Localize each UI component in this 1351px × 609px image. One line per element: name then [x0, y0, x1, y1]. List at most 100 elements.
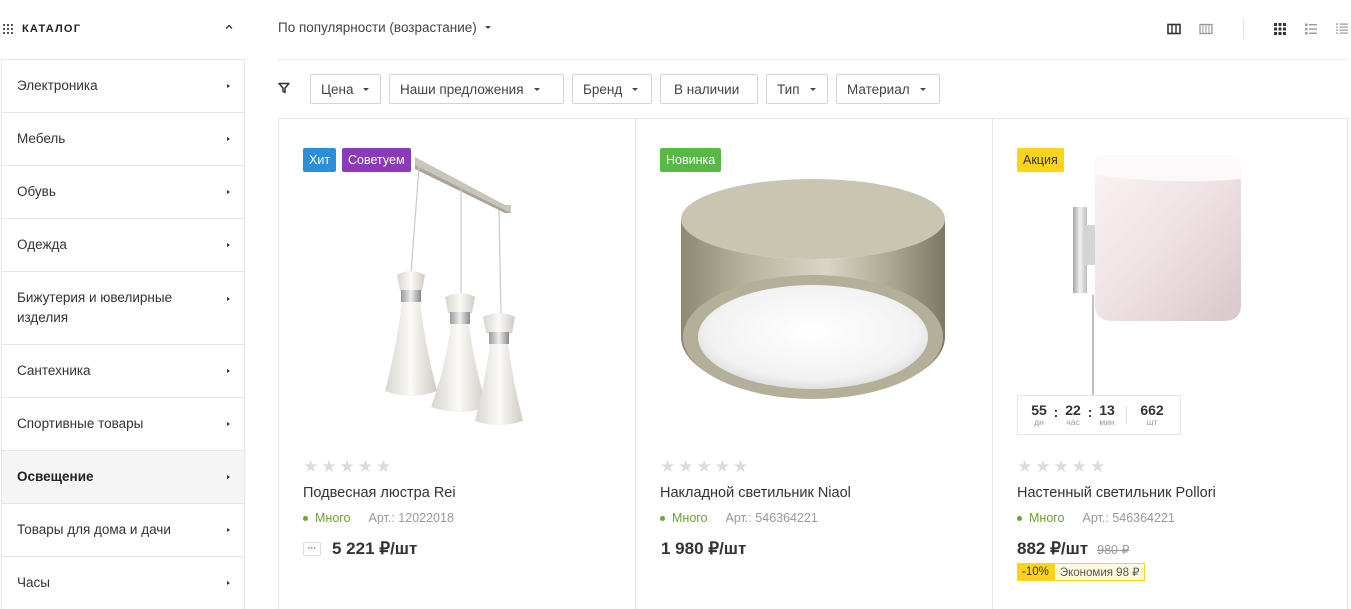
sidebar-item-label: Электроника — [17, 78, 98, 93]
caret-right-icon — [227, 369, 230, 373]
rating-stars[interactable]: ★ ★ ★ ★ ★ — [660, 458, 748, 475]
caret-right-icon — [227, 243, 230, 247]
product-card[interactable]: Акция 55 дн: 22 час: 13 мин 662 шт ★ ★… — [992, 119, 1349, 609]
badge-sale: Акция — [1017, 148, 1064, 172]
star-icon: ★ — [321, 457, 337, 476]
stock-dot-icon — [660, 515, 665, 521]
chevron-down-icon — [363, 87, 370, 91]
sort-dropdown[interactable]: По популярности (возрастание) — [278, 20, 491, 35]
price-row: 1 980 ₽/шт — [661, 539, 746, 559]
timer-mins-value: 13 — [1099, 402, 1115, 418]
tiles-icon[interactable] — [1273, 22, 1287, 36]
caret-right-icon — [227, 475, 230, 479]
caret-right-icon — [227, 422, 230, 426]
timer-divider — [1126, 406, 1127, 424]
chevron-down-icon — [484, 26, 491, 29]
product-name-link[interactable]: Накладной светильник Niaol — [660, 485, 851, 501]
star-icon: ★ — [733, 457, 749, 476]
grid-4-icon[interactable] — [1199, 22, 1213, 36]
price-row: 882 ₽/шт 980 ₽ — [1017, 539, 1129, 559]
star-icon: ★ — [660, 457, 676, 476]
filter-icon[interactable] — [278, 82, 290, 94]
toolbar-divider-line — [278, 59, 1348, 60]
catalog-title: КАТАЛОГ — [22, 23, 82, 35]
timer-mins: 13 мин — [1094, 403, 1120, 427]
filter-label: Материал — [847, 81, 910, 97]
timer-hours-unit: час — [1066, 417, 1080, 427]
timer-mins-unit: мин — [1099, 417, 1115, 427]
more-prices-button[interactable]: ··· — [303, 542, 321, 556]
sidebar-item-plumbing[interactable]: Сантехника — [2, 345, 244, 398]
filter-label: Бренд — [583, 81, 623, 97]
timer-hours: 22 час — [1060, 403, 1086, 427]
article-number: Арт.: 546364221 — [725, 511, 818, 525]
star-icon: ★ — [339, 457, 355, 476]
star-icon: ★ — [1035, 457, 1051, 476]
sidebar-item-label: Спортивные товары — [17, 416, 144, 431]
filter-material-button[interactable]: Материал — [836, 74, 940, 104]
filter-type-button[interactable]: Тип — [766, 74, 828, 104]
sidebar-item-shoes[interactable]: Обувь — [2, 166, 244, 219]
sidebar-item-lighting[interactable]: Освещение — [2, 451, 244, 504]
wall-lamp-image[interactable] — [1073, 155, 1273, 395]
product-card[interactable]: Новинка ★ ★ ★ ★ ★ Накладной светильник N… — [635, 119, 992, 609]
timer-days-value: 55 — [1031, 402, 1047, 418]
stock-dot-icon — [1017, 515, 1022, 521]
list-icon[interactable] — [1304, 22, 1318, 36]
product-card[interactable]: Хит Советуем ★ ★ ★ ★ ★ Подвесная люстра … — [279, 119, 635, 609]
badge-new: Новинка — [660, 148, 722, 172]
product-price: 1 980 ₽/шт — [661, 539, 747, 558]
rating-stars[interactable]: ★ ★ ★ ★ ★ — [1017, 458, 1105, 475]
star-icon: ★ — [376, 457, 392, 476]
star-icon: ★ — [1053, 457, 1069, 476]
countdown-timer: 55 дн : 22 час : 13 мин 662 шт — [1017, 395, 1181, 435]
product-price: 882 ₽/шт — [1017, 539, 1089, 558]
star-icon: ★ — [1017, 457, 1033, 476]
product-name-link[interactable]: Настенный светильник Pollori — [1017, 485, 1216, 501]
rating-stars[interactable]: ★ ★ ★ ★ ★ — [303, 458, 391, 475]
timer-qty-value: 662 — [1140, 402, 1164, 418]
table-icon[interactable] — [1335, 22, 1349, 36]
catalog-page: КАТАЛОГ Электроника Мебель Обувь Одежда — [0, 0, 1351, 609]
timer-separator: : — [1087, 404, 1093, 420]
sidebar-item-jewelry[interactable]: Бижутерия и ювелирные изделия — [2, 272, 244, 345]
stock-status: Много — [315, 511, 351, 525]
sidebar-item-label: Обувь — [17, 184, 56, 199]
pendant-chandelier-image[interactable] — [375, 155, 535, 430]
discount-info: -10% Экономия 98 ₽ — [1017, 563, 1146, 581]
star-icon: ★ — [1090, 457, 1106, 476]
badge-hit: Хит — [303, 148, 337, 172]
toolbar-divider — [1243, 19, 1244, 39]
dots-grid-icon — [3, 24, 13, 34]
star-icon: ★ — [357, 457, 373, 476]
sidebar-item-watches[interactable]: Часы — [2, 557, 244, 609]
caret-right-icon — [227, 296, 230, 301]
timer-qty-unit: шт — [1146, 417, 1158, 427]
caret-right-icon — [227, 528, 230, 532]
chevron-up-icon[interactable] — [225, 23, 233, 31]
sidebar-item-label: Освещение — [17, 469, 94, 484]
filter-brand-button[interactable]: Бренд — [572, 74, 652, 104]
filter-in-stock-button[interactable]: В наличии — [660, 74, 758, 104]
star-icon: ★ — [303, 457, 319, 476]
product-name-link[interactable]: Подвесная люстра Rei — [303, 485, 456, 501]
old-price: 980 ₽ — [1097, 542, 1130, 557]
catalog-header[interactable]: КАТАЛОГ — [0, 0, 245, 58]
filter-price-button[interactable]: Цена — [310, 74, 381, 104]
timer-qty: 662 шт — [1135, 403, 1169, 427]
ceiling-light-image[interactable] — [680, 177, 946, 409]
timer-days-unit: дн — [1034, 417, 1044, 427]
catalog-sidebar: КАТАЛОГ Электроника Мебель Обувь Одежда — [0, 0, 245, 609]
sidebar-item-furniture[interactable]: Мебель — [2, 113, 244, 166]
sidebar-item-home-garden[interactable]: Товары для дома и дачи — [2, 504, 244, 557]
sidebar-item-label: Мебель — [17, 131, 66, 146]
sidebar-item-sports[interactable]: Спортивные товары — [2, 398, 244, 451]
product-price: 5 221 ₽/шт — [332, 539, 418, 558]
filter-label: Цена — [321, 81, 354, 97]
grid-3-icon[interactable] — [1167, 22, 1181, 36]
sidebar-item-electronics[interactable]: Электроника — [2, 60, 244, 113]
sort-label: По популярности (возрастание) — [278, 20, 477, 35]
filter-offers-button[interactable]: Наши предложения — [389, 74, 564, 104]
sidebar-item-clothing[interactable]: Одежда — [2, 219, 244, 272]
timer-days: 55 дн — [1026, 403, 1052, 427]
